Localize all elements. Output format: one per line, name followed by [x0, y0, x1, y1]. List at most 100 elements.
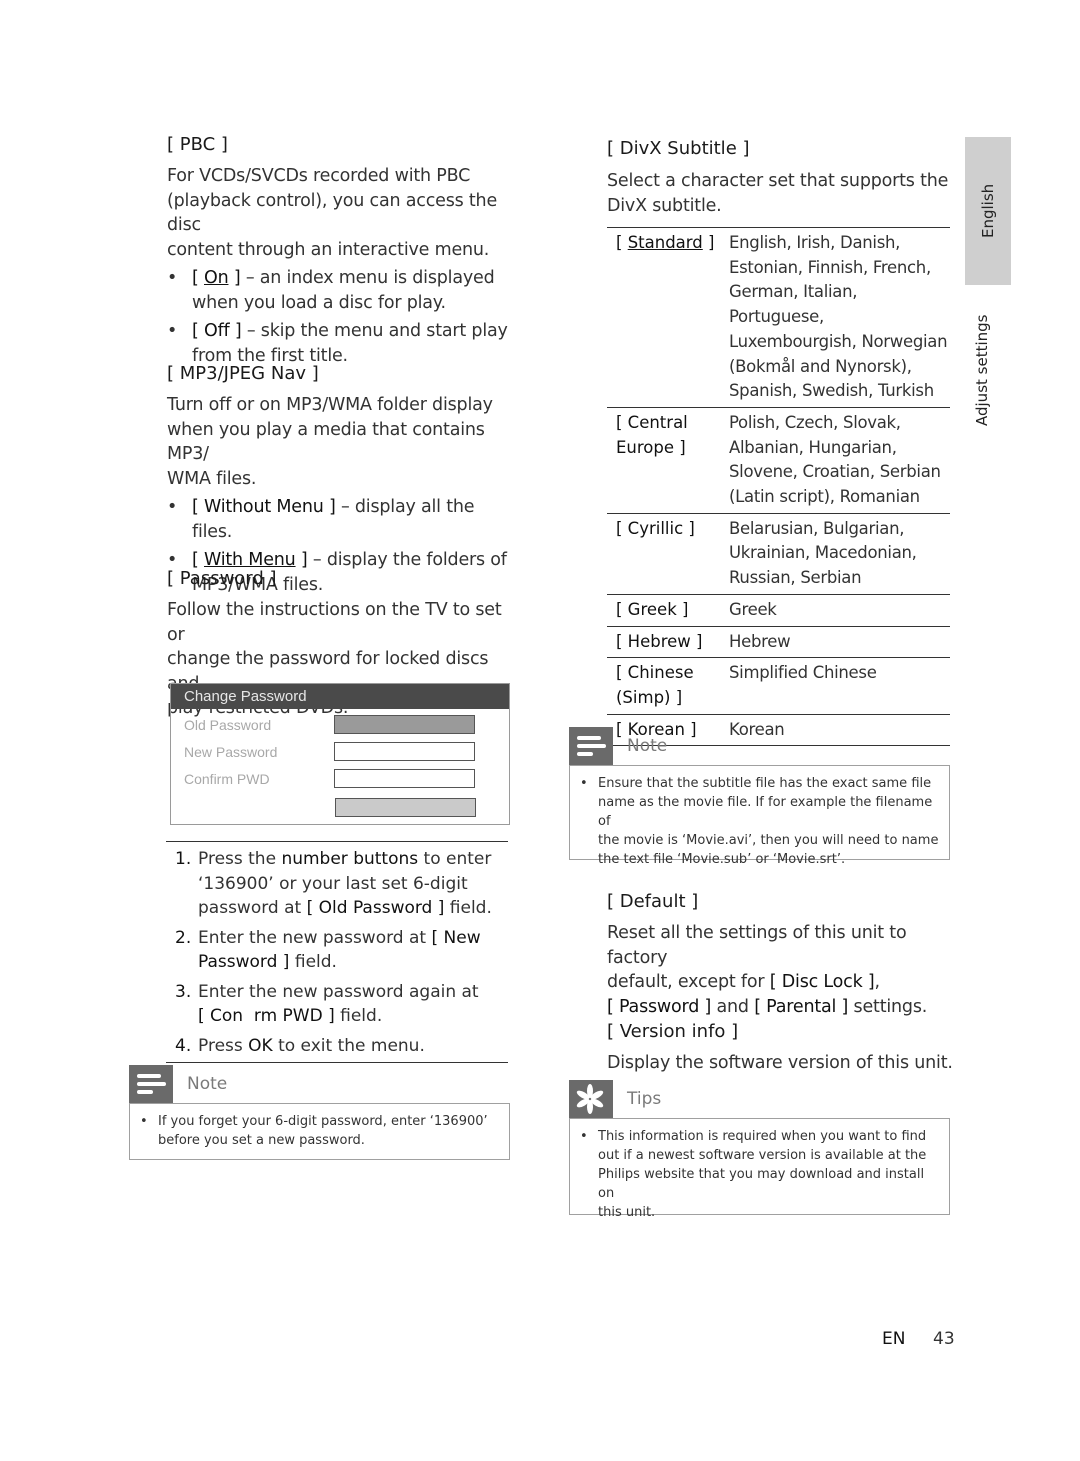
note-text: the text file ‘Movie.sub’ or ‘Movie.srt’…: [598, 852, 846, 867]
text-line: (Latin script), Romanian: [729, 487, 920, 507]
dialog-title: Change Password: [171, 684, 509, 709]
version-description: Display the software version of this uni…: [607, 1053, 953, 1073]
divx-heading: [ DivX Subtitle ]: [607, 138, 750, 159]
text: settings.: [848, 996, 928, 1017]
text: ‘136900’ or your last set 6-digit: [198, 873, 468, 894]
option-text: when you load a disc for play.: [192, 292, 446, 313]
charset-languages: Greek: [729, 594, 950, 627]
character-set-table: [ Standard ] English, Irish, Danish, Est…: [607, 227, 950, 747]
pbc-description: For VCDs/SVCDs recorded with PBC (playba…: [167, 164, 512, 368]
ok-button[interactable]: [335, 798, 476, 817]
text-line: (Bokmål and Nynorsk),: [729, 356, 912, 376]
tips-text: this unit.: [598, 1205, 656, 1220]
note-text: the movie is ‘Movie.avi’, then you will …: [598, 833, 939, 848]
note-box: • If you forget your 6-digit password, e…: [129, 1103, 510, 1160]
bold-text: number buttons: [281, 849, 419, 869]
charset-languages: Polish, Czech, Slovak, Albanian, Hungari…: [729, 407, 950, 514]
step-number: 2.: [175, 927, 192, 948]
note-icon: [569, 727, 613, 765]
table-row: [ Hebrew ] Hebrew: [607, 626, 950, 659]
page-number: 43: [933, 1329, 955, 1349]
bold-text: [ Old Password ]: [306, 898, 445, 918]
option-text: – skip the menu and start play: [241, 321, 508, 341]
bracket: [: [192, 550, 204, 570]
new-password-label: New Password: [184, 744, 278, 760]
text-line: Russian, Serbian: [729, 568, 862, 588]
note-text: Ensure that the subtitle file has the ex…: [598, 776, 932, 791]
option-name: Off: [204, 321, 230, 341]
password-heading: [ Password ]: [167, 568, 277, 589]
table-row: [ Cyrillic ] Belarusian, Bulgarian, Ukra…: [607, 513, 950, 595]
text-line: Reset all the settings of this unit to f…: [607, 923, 907, 968]
text-line: content through an interactive menu.: [167, 239, 490, 260]
charset-languages: English, Irish, Danish, Estonian, Finnis…: [729, 227, 950, 408]
step-2: 2. Enter the new password at [ New Passw…: [166, 926, 508, 975]
text: field.: [289, 952, 337, 972]
bracket: ]: [228, 268, 241, 288]
text-line: Slovene, Croatian, Serbian: [729, 462, 941, 482]
default-description: Reset all the settings of this unit to f…: [607, 921, 957, 1019]
bold-text: [ Parental ]: [754, 996, 849, 1017]
charset-languages: Hebrew: [729, 626, 950, 659]
charset-languages: Simplified Chinese: [729, 657, 950, 715]
bullet: •: [140, 1114, 148, 1129]
step-4: 4. Press OK to exit the menu.: [166, 1034, 508, 1059]
bracket: ]: [323, 497, 336, 517]
pbc-heading: [ PBC ]: [167, 134, 228, 155]
step-1: 1. Press the number buttons to enter ‘13…: [166, 847, 508, 921]
text-line: German, Italian, Portuguese,: [729, 282, 858, 327]
bullet: •: [580, 1129, 588, 1144]
text-line: [ Password ] and [ Parental ] settings.: [607, 995, 957, 1020]
version-heading: [ Version info ]: [607, 1021, 739, 1042]
bold-text: [ Con rm PWD ]: [198, 1006, 335, 1026]
option-text: – an index menu is displayed: [240, 268, 495, 288]
note-lines-glyph: [577, 736, 606, 756]
note-box: • Ensure that the subtitle file has the …: [569, 765, 950, 867]
text: field.: [334, 1006, 383, 1026]
tips-text: out if a newest software version is avai…: [598, 1148, 927, 1163]
text-line: For VCDs/SVCDs recorded with PBC: [167, 166, 471, 186]
bold-text: OK: [248, 1035, 273, 1056]
text: default, except for: [607, 972, 770, 992]
option-name: Without Menu: [204, 497, 324, 517]
table-row: [ Greek ] Greek: [607, 594, 950, 627]
bold-text: [ Password ]: [607, 996, 712, 1017]
bullet: •: [580, 776, 588, 791]
text-line: Europe ]: [616, 437, 686, 457]
charset-key: [ Cyrillic ]: [607, 513, 729, 595]
pbc-option-on: [ On ] – an index menu is displayed when…: [167, 266, 512, 315]
note-lines-glyph: [137, 1074, 166, 1094]
charset-key: [ Chinese (Simp) ]: [607, 657, 729, 715]
confirm-pwd-field[interactable]: [334, 769, 475, 788]
text-line: (playback control), you can access the d…: [167, 190, 498, 236]
new-password-field[interactable]: [334, 742, 475, 761]
text-line: Ukrainian, Macedonian,: [729, 543, 917, 563]
charset-name: Standard: [627, 233, 703, 252]
table-row: [ Standard ] English, Irish, Danish, Est…: [607, 227, 950, 408]
note-icon: [129, 1065, 173, 1103]
text: Enter the new password at: [198, 927, 432, 948]
charset-key: [ Standard ]: [607, 227, 729, 408]
old-password-field[interactable]: [334, 715, 475, 734]
text: ,: [874, 972, 881, 992]
note-text: If you forget your 6-digit password, ent…: [158, 1114, 488, 1129]
tips-label: Tips: [627, 1089, 662, 1109]
bold-text: [ Disc Lock ]: [769, 972, 875, 992]
section-tab-label: Adjust settings: [973, 314, 991, 426]
change-password-dialog: Change Password Old Password New Passwor…: [170, 683, 510, 825]
table-row: [ Chinese (Simp) ] Simplified Chinese: [607, 657, 950, 715]
text-line: Albanian, Hungarian,: [729, 437, 897, 457]
divx-description: Select a character set that supports the…: [607, 169, 952, 218]
footer-lang: EN: [882, 1329, 906, 1349]
step-number: 3.: [175, 981, 192, 1002]
text-line: Select a character set that supports the: [607, 171, 949, 191]
bold-text: Password ]: [198, 952, 290, 972]
bracket: [: [192, 268, 204, 288]
note-label: Note: [187, 1074, 228, 1094]
charset-key: [ Hebrew ]: [607, 626, 729, 659]
charset-languages: Belarusian, Bulgarian, Ukrainian, Macedo…: [729, 513, 950, 595]
text: and: [711, 996, 755, 1017]
bracket: ]: [229, 321, 242, 341]
text: field.: [444, 898, 492, 918]
charset-languages: Korean: [729, 714, 950, 747]
